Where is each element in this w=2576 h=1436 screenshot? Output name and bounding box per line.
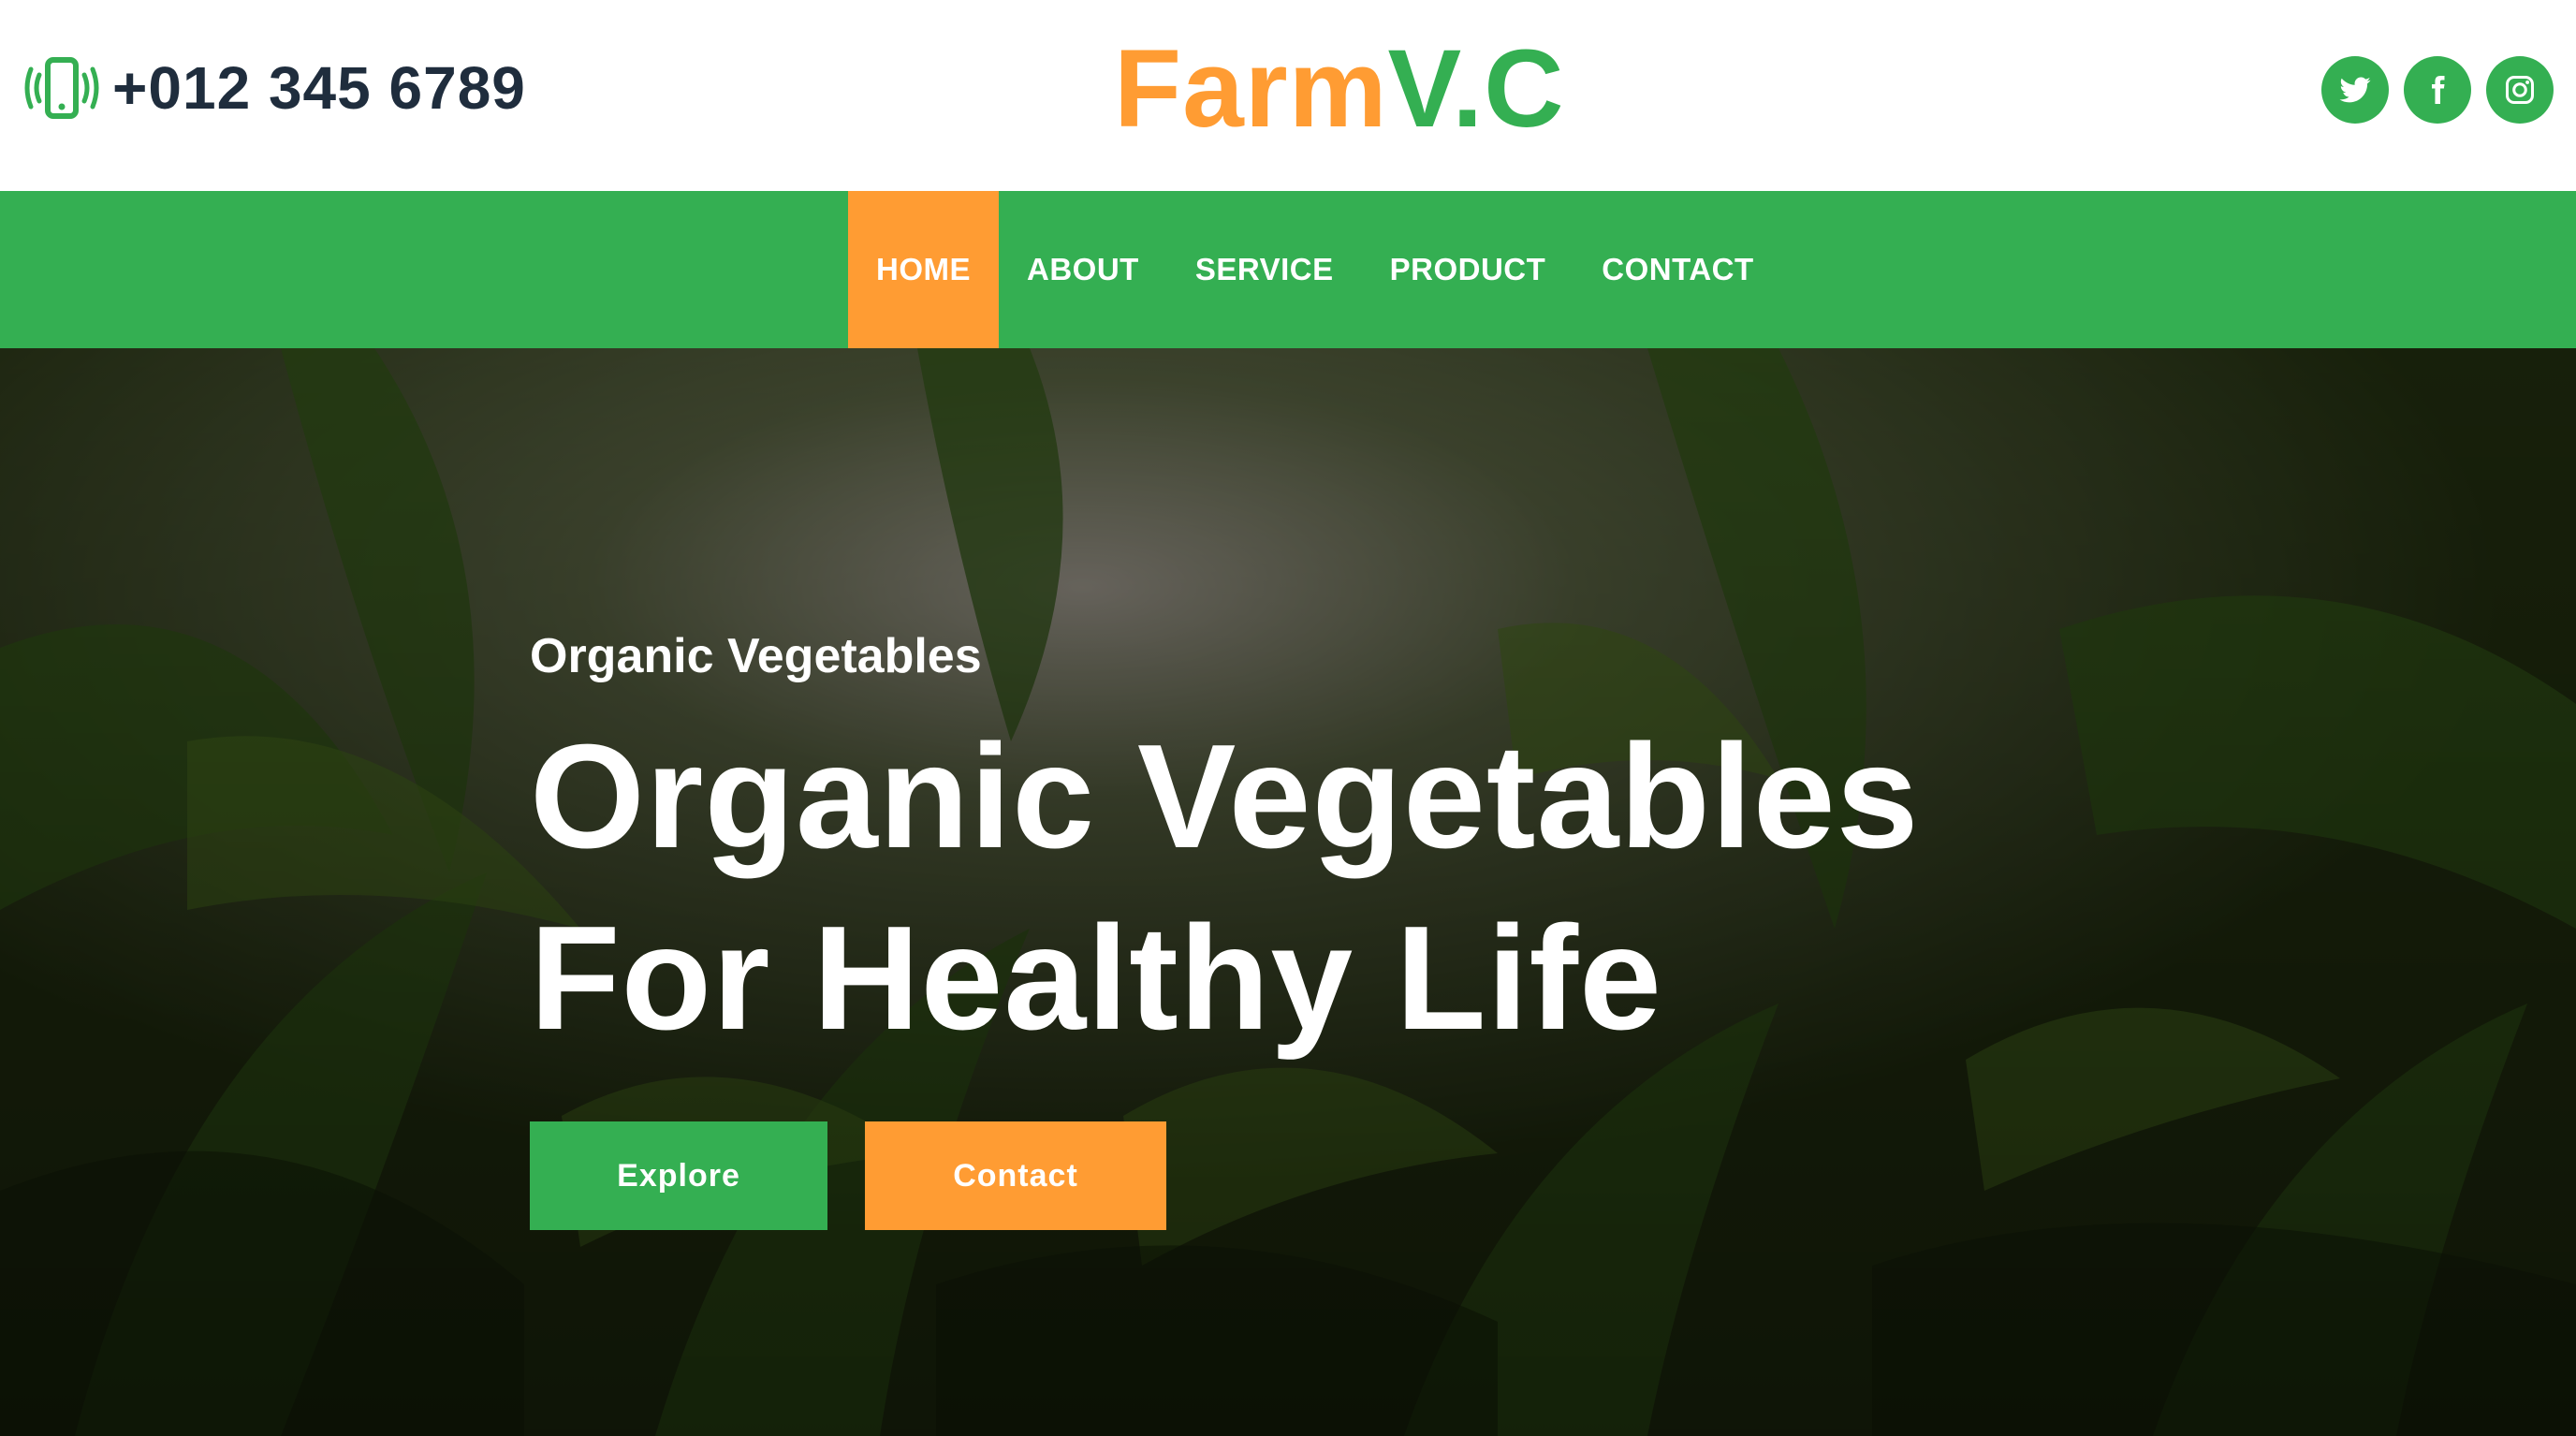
nav-item-about[interactable]: ABOUT: [999, 191, 1167, 348]
nav-item-home[interactable]: HOME: [848, 191, 999, 348]
hero-buttons: Explore Contact: [530, 1121, 2121, 1230]
mobile-phone-vibrate-icon: [24, 57, 99, 119]
hero-title-line-1: Organic Vegetables: [530, 714, 1920, 879]
contact-button[interactable]: Contact: [865, 1121, 1166, 1230]
explore-button[interactable]: Explore: [530, 1121, 827, 1230]
nav-item-contact[interactable]: CONTACT: [1573, 191, 1781, 348]
phone-number: +012 345 6789: [112, 54, 526, 122]
hero-content: Organic Vegetables Organic Vegetables Fo…: [530, 625, 2121, 1230]
logo-text-vc: V.C: [1387, 27, 1565, 151]
twitter-icon: [2339, 77, 2371, 103]
nav-menu: HOME ABOUT SERVICE PRODUCT CONTACT: [848, 191, 1782, 348]
facebook-icon: [2432, 76, 2445, 104]
logo-text-farm: Farm: [1114, 27, 1388, 151]
nav-item-product[interactable]: PRODUCT: [1362, 191, 1574, 348]
twitter-link[interactable]: [2321, 56, 2389, 124]
phone-contact[interactable]: +012 345 6789: [22, 49, 526, 127]
nav-item-service[interactable]: SERVICE: [1167, 191, 1362, 348]
site-logo[interactable]: FarmV.C: [1114, 28, 1564, 150]
instagram-icon: [2506, 76, 2534, 104]
hero-subtitle: Organic Vegetables: [530, 629, 982, 683]
hero-title: Organic Vegetables For Healthy Life: [530, 706, 2121, 1069]
hero-section: Organic Vegetables Organic Vegetables Fo…: [0, 348, 2576, 1436]
facebook-link[interactable]: [2404, 56, 2471, 124]
social-links: [2321, 56, 2554, 124]
hero-title-line-2: For Healthy Life: [530, 896, 1662, 1061]
main-navigation: HOME ABOUT SERVICE PRODUCT CONTACT: [0, 191, 2576, 348]
instagram-link[interactable]: [2486, 56, 2554, 124]
top-header: +012 345 6789 FarmV.C: [0, 0, 2576, 191]
